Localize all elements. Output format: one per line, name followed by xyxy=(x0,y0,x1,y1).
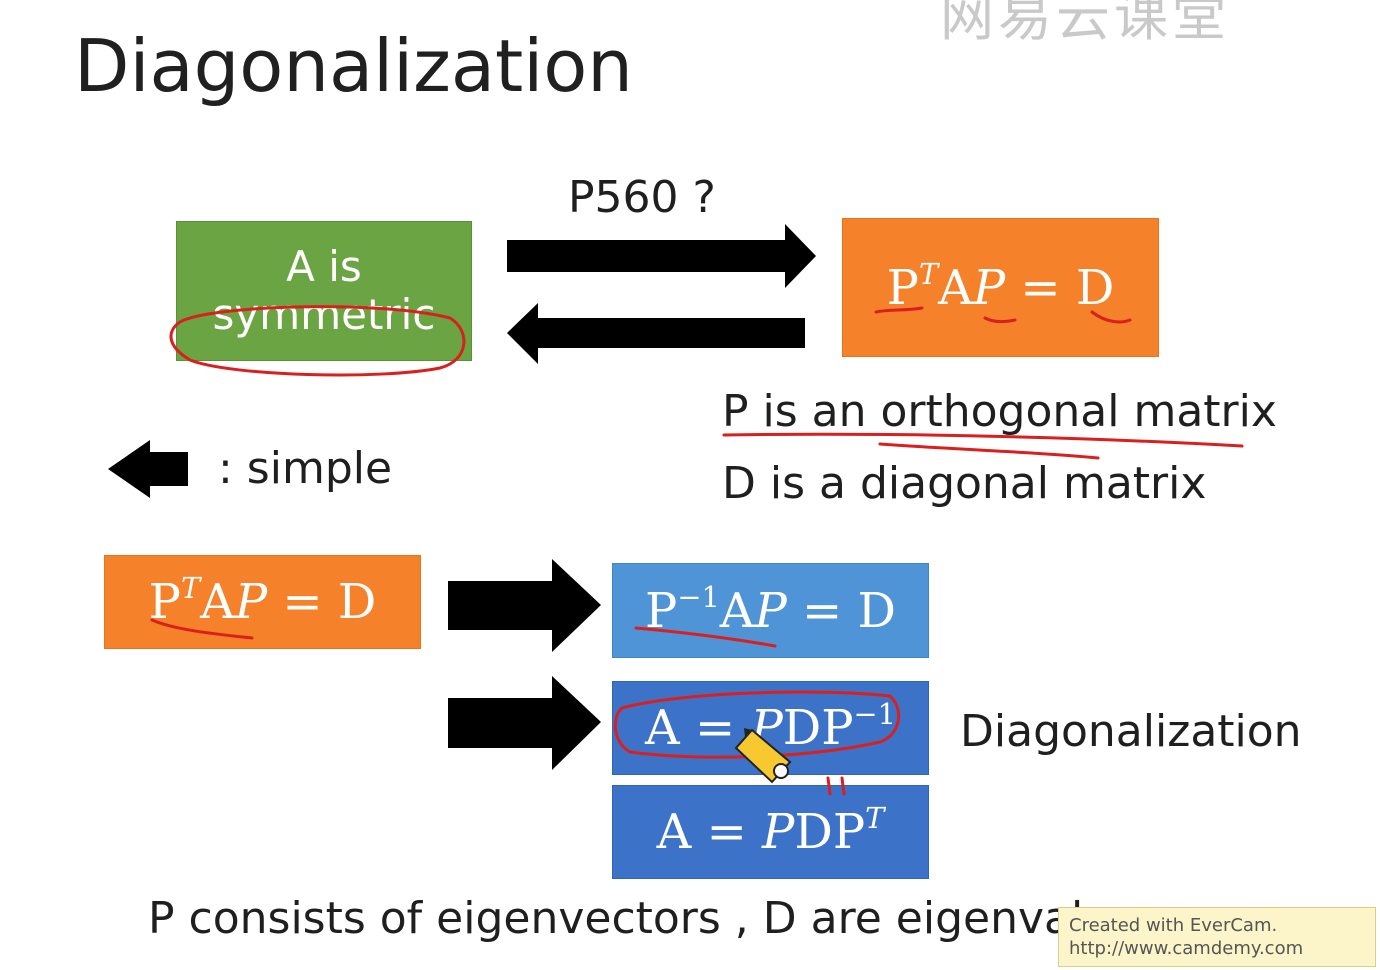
arrow-right-icon xyxy=(507,224,816,288)
annotation-quote-mark xyxy=(826,776,846,796)
red-annotations xyxy=(150,305,1244,796)
arrow-right-bottom2-icon xyxy=(448,676,601,770)
annotation-circle-symmetric xyxy=(169,305,466,377)
evercam-line1: Created with EverCam. xyxy=(1069,915,1278,936)
arrow-right-bottom1-icon xyxy=(448,559,601,652)
arrows-and-annotations xyxy=(108,224,1244,796)
pencil-cursor-icon xyxy=(734,728,792,784)
annotation-underline-orthogonal-2 xyxy=(878,442,1100,460)
annotation-underline-p xyxy=(983,316,1017,324)
annotation-underline-pinv xyxy=(634,626,777,648)
annotation-underline-d xyxy=(1090,310,1132,324)
annotation-underline-pt-bottom xyxy=(150,618,254,640)
evercam-overlay[interactable]: Created with EverCam. http://www.camdemy… xyxy=(1058,907,1376,967)
annotation-underline-orthogonal xyxy=(722,432,1244,448)
arrow-left-icon xyxy=(507,303,805,364)
annotation-underline-pt xyxy=(874,306,924,314)
legend-arrow-left-icon xyxy=(108,440,188,498)
evercam-line2[interactable]: http://www.camdemy.com xyxy=(1069,937,1365,960)
